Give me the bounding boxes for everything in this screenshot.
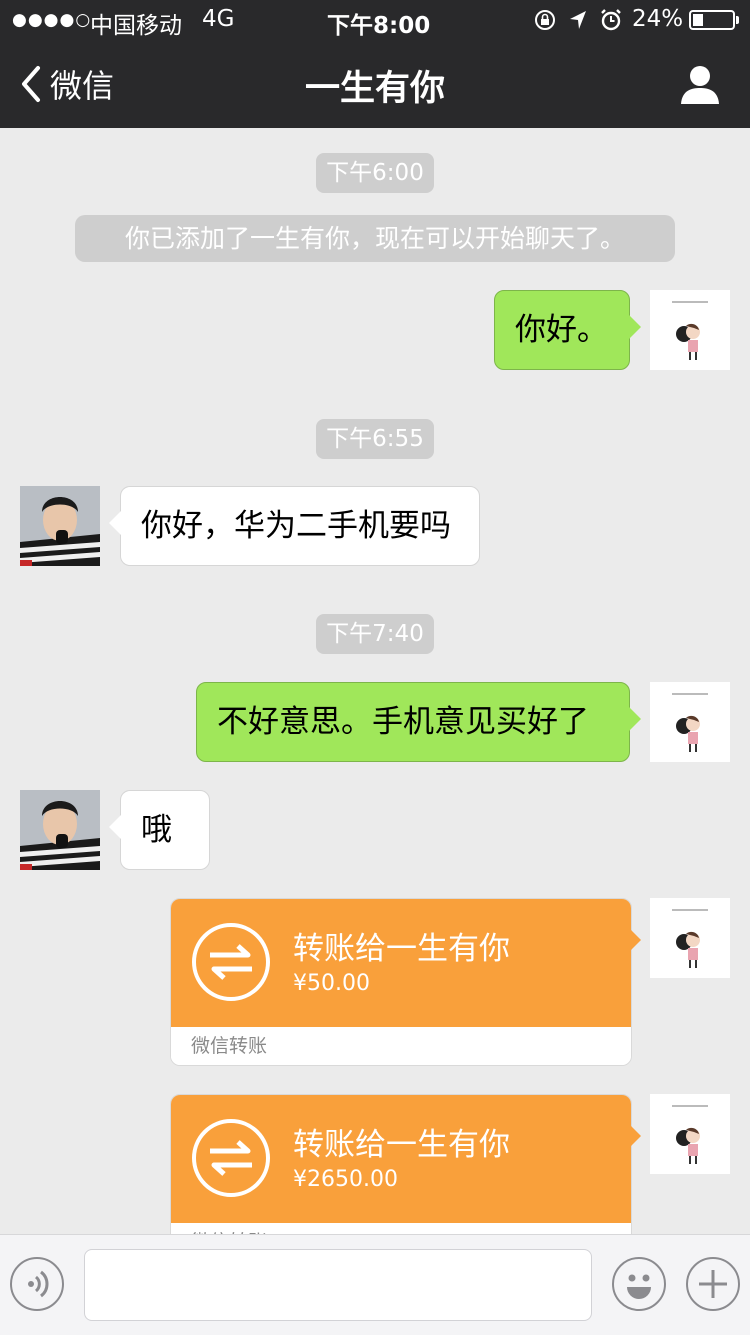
my-message-bubble[interactable]: 你好。 — [494, 290, 641, 370]
network-type: 4G — [202, 6, 235, 32]
my-avatar[interactable] — [650, 682, 730, 762]
timestamp: 下午6:55 — [316, 419, 434, 459]
cartoon-couple-image — [650, 898, 730, 978]
transfer-icon — [192, 923, 270, 1001]
contact-avatar[interactable] — [20, 790, 100, 870]
contact-message-bubble[interactable]: 哦 — [109, 790, 210, 870]
transfer-title: 转账给一生有你 — [293, 931, 510, 967]
contact-avatar[interactable] — [20, 486, 100, 566]
transfer-amount: ¥2650.00 — [293, 1167, 398, 1192]
my-avatar[interactable] — [650, 290, 730, 370]
emoji-button[interactable] — [612, 1257, 666, 1311]
timestamp: 下午6:00 — [316, 153, 434, 193]
my-avatar[interactable] — [650, 898, 730, 978]
cartoon-couple-image — [650, 682, 730, 762]
message-input[interactable] — [84, 1249, 592, 1321]
timestamp: 下午7:40 — [316, 614, 434, 654]
transfer-card[interactable]: 转账给一生有你 ¥50.00 微信转账 — [170, 898, 632, 1066]
profile-button[interactable] — [678, 62, 722, 106]
contact-photo — [20, 486, 100, 566]
battery-icon — [689, 10, 739, 30]
profile-icon — [681, 66, 719, 104]
signal-dots: ●●●●○ — [12, 10, 92, 30]
status-time: 下午8:00 — [327, 13, 431, 39]
my-message-bubble[interactable]: 不好意思。手机意见买好了 — [196, 682, 641, 762]
plus-icon — [699, 1270, 727, 1298]
transfer-footer: 微信转账 — [171, 1027, 631, 1065]
lock-rotation-icon — [535, 10, 555, 30]
battery-percent: 24% — [632, 6, 684, 32]
emoji-icon — [627, 1274, 651, 1299]
message-text: 不好意思。手机意见买好了 — [217, 704, 589, 740]
transfer-amount: ¥50.00 — [293, 971, 370, 996]
message-text: 哦 — [141, 812, 172, 848]
carrier-name: 中国移动 — [90, 13, 182, 39]
contact-photo — [20, 790, 100, 870]
voice-button[interactable] — [10, 1257, 64, 1311]
voice-icon — [28, 1270, 49, 1298]
more-button[interactable] — [686, 1257, 740, 1311]
location-arrow-icon — [570, 11, 586, 29]
transfer-icon — [192, 1119, 270, 1197]
input-bar — [0, 1234, 750, 1335]
cartoon-couple-image — [650, 1094, 730, 1174]
transfer-title: 转账给一生有你 — [293, 1127, 510, 1163]
chat-title: 一生有你 — [304, 69, 445, 109]
message-text: 你好，华为二手机要吗 — [141, 508, 451, 544]
nav-bar: 微信 一生有你 — [0, 40, 750, 128]
message-text: 你好。 — [515, 312, 608, 348]
my-avatar[interactable] — [650, 1094, 730, 1174]
system-notice: 你已添加了一生有你，现在可以开始聊天了。 — [75, 215, 675, 262]
cartoon-couple-image — [650, 290, 730, 370]
status-bar: ●●●●○ 中国移动 4G 下午8:00 24% — [0, 0, 750, 40]
alarm-icon — [601, 9, 621, 31]
contact-message-bubble[interactable]: 你好，华为二手机要吗 — [109, 486, 480, 566]
